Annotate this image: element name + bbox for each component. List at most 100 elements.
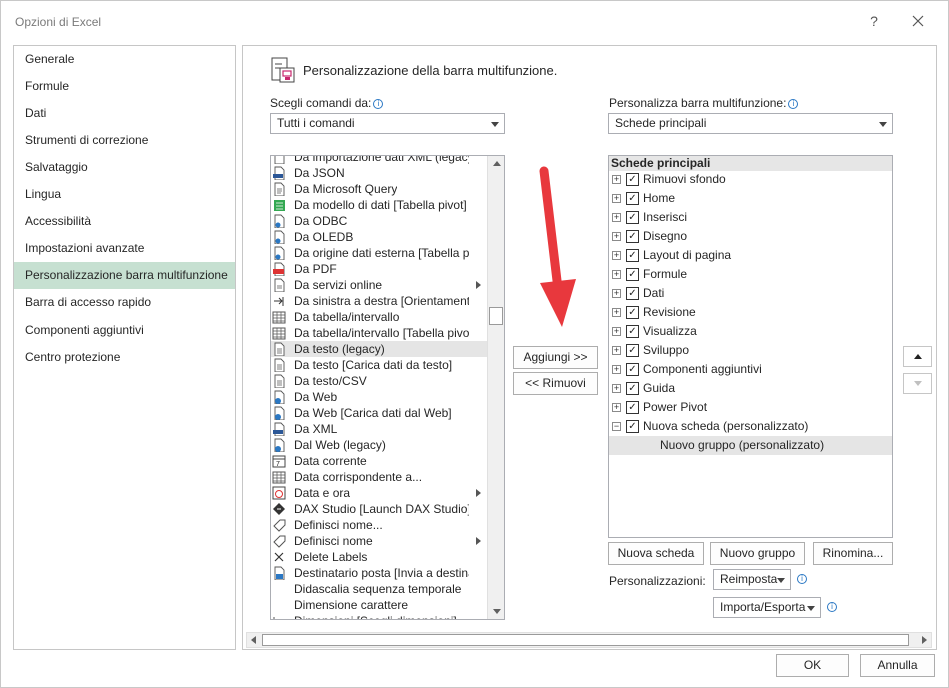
expand-icon[interactable]: + (612, 213, 621, 222)
command-item[interactable]: Da testo/CSV (271, 373, 487, 389)
nav-item[interactable]: Centro protezione (14, 344, 235, 371)
checkbox[interactable]: ✓ (626, 173, 639, 186)
command-item[interactable]: Data e ora (271, 485, 487, 501)
nav-item[interactable]: Formule (14, 73, 235, 100)
expand-icon[interactable]: + (612, 327, 621, 336)
horizontal-scrollbar[interactable] (246, 632, 932, 648)
ribbon-tab-node[interactable]: + ✓ Layout di pagina (609, 246, 892, 265)
command-item[interactable]: Da Microsoft Query (271, 181, 487, 197)
expand-icon[interactable]: + (612, 403, 621, 412)
command-item[interactable]: Da testo (legacy) (271, 341, 487, 357)
command-item[interactable]: Da tabella/intervallo [Tabella pivot] (271, 325, 487, 341)
command-item[interactable]: Da modello di dati [Tabella pivot] (271, 197, 487, 213)
nav-item[interactable]: Barra di accesso rapido (14, 289, 235, 316)
move-down-button[interactable] (903, 373, 932, 394)
command-item[interactable]: Dimensione carattere (271, 597, 487, 613)
command-item[interactable]: Da testo [Carica dati da testo] (271, 357, 487, 373)
collapse-icon[interactable]: − (612, 422, 621, 431)
custom-group-node[interactable]: Nuovo gruppo (personalizzato) (609, 436, 892, 455)
ribbon-tab-node[interactable]: + ✓ Rimuovi sfondo (609, 170, 892, 189)
command-item[interactable]: Definisci nome... (271, 517, 487, 533)
command-item[interactable]: Da XML (271, 421, 487, 437)
scroll-right-icon[interactable] (922, 636, 927, 644)
command-item[interactable]: Da PDF (271, 261, 487, 277)
remove-button[interactable]: << Rimuovi (513, 372, 598, 395)
checkbox[interactable]: ✓ (626, 211, 639, 224)
scroll-down-icon[interactable] (493, 609, 501, 614)
nav-item[interactable]: Accessibilità (14, 208, 235, 235)
expand-icon[interactable]: + (612, 289, 621, 298)
nav-item[interactable]: Personalizzazione barra multifunzione (14, 262, 235, 289)
command-item[interactable]: Da origine dati esterna [Tabella pivot] (271, 245, 487, 261)
import-export-dropdown[interactable]: Importa/Esporta (713, 597, 821, 618)
ribbon-tab-node[interactable]: + ✓ Formule (609, 265, 892, 284)
ribbon-tab-node[interactable]: + ✓ Inserisci (609, 208, 892, 227)
checkbox[interactable]: ✓ (626, 363, 639, 376)
checkbox[interactable]: ✓ (626, 306, 639, 319)
nav-item[interactable]: Generale (14, 46, 235, 73)
checkbox[interactable]: ✓ (626, 268, 639, 281)
ribbon-tab-node[interactable]: + ✓ Guida (609, 379, 892, 398)
scroll-left-icon[interactable] (251, 636, 256, 644)
ribbon-tab-node[interactable]: + ✓ Disegno (609, 227, 892, 246)
ribbon-tab-node[interactable]: + ✓ Dati (609, 284, 892, 303)
rename-button[interactable]: Rinomina... (813, 542, 893, 565)
expand-icon[interactable]: + (612, 251, 621, 260)
expand-icon[interactable]: + (612, 384, 621, 393)
expand-icon[interactable]: + (612, 232, 621, 241)
checkbox[interactable]: ✓ (626, 382, 639, 395)
ribbon-tab-node[interactable]: + ✓ Power Pivot (609, 398, 892, 417)
nav-item[interactable]: Lingua (14, 181, 235, 208)
checkbox[interactable]: ✓ (626, 325, 639, 338)
new-tab-button[interactable]: Nuova scheda (608, 542, 704, 565)
expand-icon[interactable]: + (612, 175, 621, 184)
expand-icon[interactable]: + (612, 194, 621, 203)
info-icon[interactable]: i (797, 574, 807, 584)
checkbox[interactable]: ✓ (626, 420, 639, 433)
scroll-up-icon[interactable] (493, 161, 501, 166)
expand-icon[interactable]: + (612, 365, 621, 374)
command-item[interactable]: Data corrispondente a... (271, 469, 487, 485)
checkbox[interactable]: ✓ (626, 230, 639, 243)
checkbox[interactable]: ✓ (626, 344, 639, 357)
info-icon[interactable]: i (788, 99, 799, 109)
help-button[interactable]: ? (864, 11, 884, 31)
expand-icon[interactable]: + (612, 346, 621, 355)
command-item[interactable]: Da JSON (271, 165, 487, 181)
checkbox[interactable]: ✓ (626, 192, 639, 205)
nav-item[interactable]: Impostazioni avanzate (14, 235, 235, 262)
command-item[interactable]: Da importazione dati XML (legacy) (271, 156, 487, 165)
info-icon[interactable]: i (827, 602, 837, 612)
ribbon-tab-node[interactable]: + ✓ Sviluppo (609, 341, 892, 360)
command-item[interactable]: Dal Web (legacy) (271, 437, 487, 453)
ribbon-tab-node[interactable]: + ✓ Revisione (609, 303, 892, 322)
command-item[interactable]: Da tabella/intervallo (271, 309, 487, 325)
nav-item[interactable]: Componenti aggiuntivi (14, 317, 235, 344)
command-item[interactable]: Da Web [Carica dati dal Web] (271, 405, 487, 421)
command-item[interactable]: Delete Labels (271, 549, 487, 565)
command-item[interactable]: DAX Studio [Launch DAX Studio] (271, 501, 487, 517)
ribbon-tabs-tree[interactable]: Schede principali + ✓ Rimuovi sfondo + ✓ Home… (608, 155, 893, 538)
choose-commands-dropdown[interactable]: Tutti i comandi (270, 113, 505, 134)
commands-list[interactable]: Da importazione dati XML (legacy) Da JSON… (270, 155, 505, 620)
commands-scrollbar[interactable] (487, 156, 504, 619)
new-group-button[interactable]: Nuovo gruppo (710, 542, 805, 565)
cancel-button[interactable]: Annulla (860, 654, 935, 677)
nav-item[interactable]: Salvataggio (14, 154, 235, 181)
ribbon-tab-node[interactable]: + ✓ Componenti aggiuntivi (609, 360, 892, 379)
move-up-button[interactable] (903, 346, 932, 367)
ribbon-tab-node[interactable]: + ✓ Home (609, 189, 892, 208)
info-icon[interactable]: i (373, 99, 384, 109)
command-item[interactable]: Destinatario posta [Invia a destinatario… (271, 565, 487, 581)
expand-icon[interactable]: + (612, 308, 621, 317)
scroll-thumb[interactable] (489, 307, 503, 325)
customize-ribbon-dropdown[interactable]: Schede principali (608, 113, 893, 134)
command-item[interactable]: Da Web (271, 389, 487, 405)
expand-icon[interactable]: + (612, 270, 621, 279)
checkbox[interactable]: ✓ (626, 287, 639, 300)
command-item[interactable]: Da ODBC (271, 213, 487, 229)
ribbon-tab-node[interactable]: + ✓ Visualizza (609, 322, 892, 341)
command-item[interactable]: Da OLEDB (271, 229, 487, 245)
command-item[interactable]: Da servizi online (271, 277, 487, 293)
close-button[interactable] (906, 9, 930, 33)
